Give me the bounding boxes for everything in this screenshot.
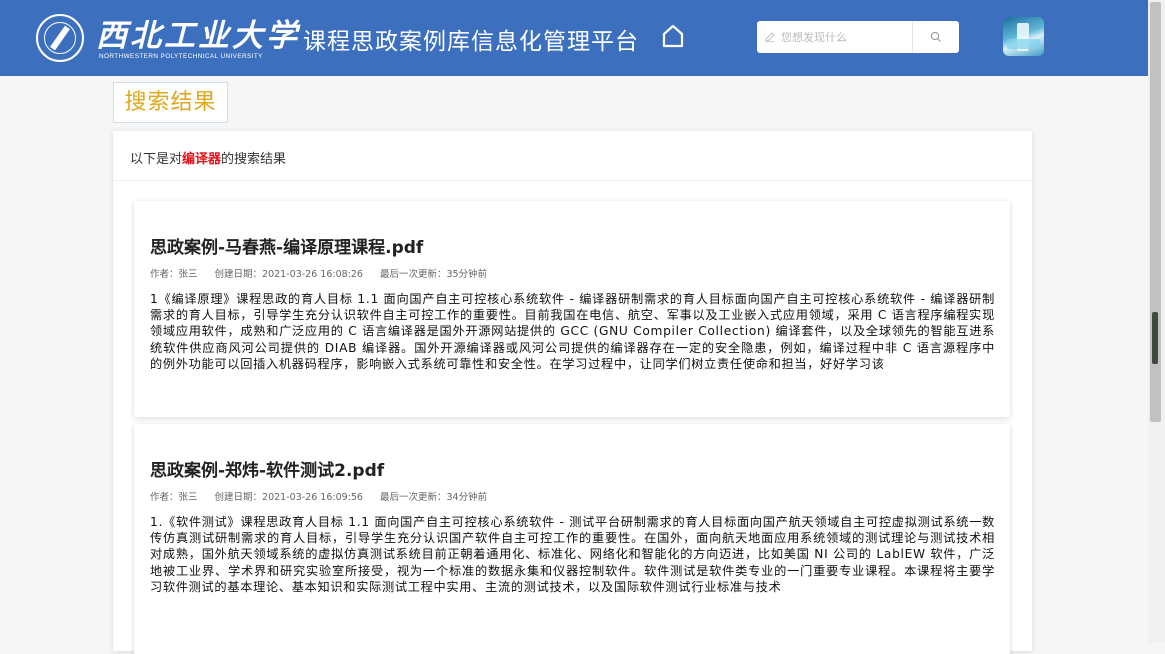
divider	[113, 180, 1032, 181]
side-floating-widget[interactable]	[1152, 312, 1158, 364]
university-logo-subtext: NORTHWESTERN POLYTECHNICAL UNIVERSITY	[99, 53, 263, 60]
search-results-title: 搜索结果	[113, 82, 228, 123]
search-results-panel: 以下是对编译器的搜索结果 思政案例-马春燕-编译原理课程.pdf 作者：张三 创…	[113, 131, 1032, 654]
user-avatar[interactable]	[1003, 17, 1044, 56]
search-input[interactable]	[757, 21, 912, 53]
result-title[interactable]: 思政案例-马春燕-编译原理课程.pdf	[150, 233, 423, 258]
result-title[interactable]: 思政案例-郑炜-软件测试2.pdf	[150, 456, 384, 481]
result-meta: 作者：张三 创建日期：2021-03-26 16:08:26 最后一次更新：35…	[150, 266, 501, 280]
result-updated-time: 最后一次更新：35分钟前	[379, 269, 488, 280]
result-meta: 作者：张三 创建日期：2021-03-26 16:09:56 最后一次更新：34…	[150, 489, 501, 503]
platform-title: 课程思政案例库信息化管理平台	[303, 29, 639, 55]
summary-prefix: 以下是对	[130, 152, 183, 167]
result-card[interactable]: 思政案例-郑炜-软件测试2.pdf 作者：张三 创建日期：2021-03-26 …	[134, 424, 1010, 654]
result-created-date: 创建日期：2021-03-26 16:09:56	[214, 492, 363, 503]
university-logo-text: 西北工业大学	[96, 18, 300, 54]
result-author: 作者：张三	[150, 492, 198, 503]
result-excerpt: 1《编译原理》课程思政的育人目标 1.1 面向国产自主可控核心系统软件 - 编译…	[150, 292, 995, 371]
result-updated-time: 最后一次更新：34分钟前	[379, 492, 488, 503]
result-card[interactable]: 思政案例-马春燕-编译原理课程.pdf 作者：张三 创建日期：2021-03-2…	[134, 201, 1010, 417]
university-seal-icon	[36, 14, 84, 62]
search-box	[757, 21, 959, 53]
search-result-summary: 以下是对编译器的搜索结果	[130, 148, 286, 167]
home-icon[interactable]	[662, 24, 684, 48]
result-created-date: 创建日期：2021-03-26 16:08:26	[214, 269, 363, 280]
summary-suffix: 的搜索结果	[221, 152, 287, 167]
result-author: 作者：张三	[150, 269, 198, 280]
result-excerpt: 1.《软件测试》课程思政育人目标 1.1 面向国产自主可控核心系统软件 - 测试…	[150, 515, 995, 594]
top-header: 西北工业大学 NORTHWESTERN POLYTECHNICAL UNIVER…	[0, 0, 1148, 76]
search-keyword: 编译器	[182, 152, 222, 167]
search-icon	[930, 31, 941, 42]
search-button[interactable]	[912, 21, 959, 53]
